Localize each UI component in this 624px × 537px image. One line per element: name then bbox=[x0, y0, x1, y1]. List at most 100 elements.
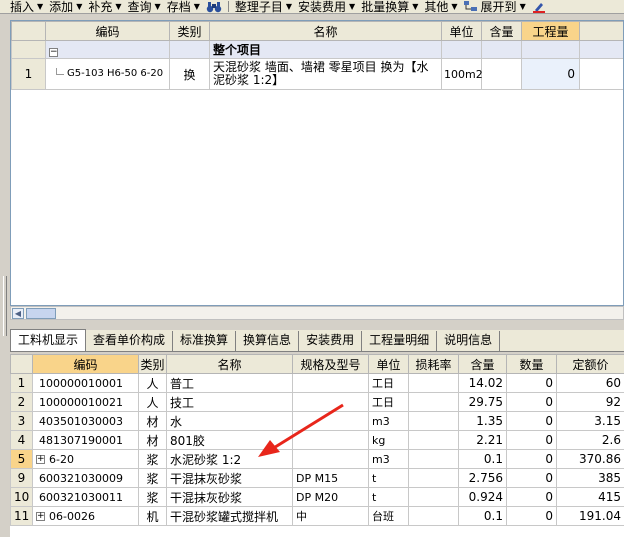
column-header-category[interactable]: 类别 bbox=[169, 21, 210, 41]
expand-icon[interactable]: + bbox=[36, 512, 45, 521]
item-unit[interactable]: 100m2 bbox=[441, 58, 483, 90]
resource-code-cell[interactable]: +06-0026 bbox=[32, 506, 139, 526]
paint-brush-icon[interactable] bbox=[532, 1, 546, 13]
tab-standard-conversion[interactable]: 标准换算 bbox=[173, 331, 237, 351]
resource-quantity[interactable]: 0 bbox=[506, 430, 557, 450]
resource-content[interactable]: 0.1 bbox=[458, 449, 507, 469]
table-row[interactable]: 4 481307190001 材 801胶 kg 2.21 0 2.6 bbox=[10, 430, 624, 450]
row-number[interactable]: 4 bbox=[10, 430, 33, 450]
resource-code-cell[interactable]: 600321030011 bbox=[32, 487, 139, 507]
column-header-loss-rate[interactable]: 损耗率 bbox=[408, 354, 459, 374]
toolbar-expand-button[interactable]: 展开到 ▼ bbox=[463, 1, 526, 13]
resource-loss-rate[interactable] bbox=[408, 506, 459, 526]
resource-quota-price[interactable]: 415 bbox=[556, 487, 624, 507]
resource-content[interactable]: 0.1 bbox=[458, 506, 507, 526]
resource-content[interactable]: 29.75 bbox=[458, 392, 507, 412]
resource-category[interactable]: 人 bbox=[138, 392, 167, 412]
resource-code-cell[interactable]: 600321030009 bbox=[32, 468, 139, 488]
table-row[interactable]: 11 +06-0026 机干混砂浆罐式搅拌机中台班 0.1 0 191.04 bbox=[10, 506, 624, 526]
table-row[interactable]: 2 100000010021 人技工 工日 29.75 0 92 bbox=[10, 392, 624, 412]
resource-category[interactable]: 机 bbox=[138, 506, 167, 526]
resource-name[interactable]: 普工 bbox=[166, 373, 293, 393]
item-quantity[interactable]: 0 bbox=[521, 58, 580, 90]
column-header-content[interactable]: 含量 bbox=[481, 21, 522, 41]
resource-loss-rate[interactable] bbox=[408, 392, 459, 412]
item-name[interactable]: 天混砂浆 墙面、墙裙 零星项目 换为【水泥砂浆 1:2】 bbox=[209, 58, 442, 90]
resource-quantity[interactable]: 0 bbox=[506, 411, 557, 431]
resource-loss-rate[interactable] bbox=[408, 487, 459, 507]
resource-quota-price[interactable]: 370.86 bbox=[556, 449, 624, 469]
scroll-left-icon[interactable]: ◀ bbox=[12, 308, 24, 319]
resource-category[interactable]: 浆 bbox=[138, 449, 167, 469]
row-number[interactable]: 1 bbox=[11, 58, 46, 90]
resource-unit[interactable]: 工日 bbox=[368, 373, 409, 393]
column-header-content[interactable]: 含量 bbox=[458, 354, 507, 374]
resource-spec[interactable] bbox=[292, 373, 369, 393]
resource-quota-price[interactable]: 3.15 bbox=[556, 411, 624, 431]
resource-content[interactable]: 14.02 bbox=[458, 373, 507, 393]
resource-content[interactable]: 0.924 bbox=[458, 487, 507, 507]
tab-conversion-info[interactable]: 换算信息 bbox=[236, 331, 300, 351]
resource-loss-rate[interactable] bbox=[408, 430, 459, 450]
tab-install-fee[interactable]: 安装费用 bbox=[299, 331, 363, 351]
tab-labor-material-machine[interactable]: 工料机显示 bbox=[10, 329, 87, 351]
row-number[interactable]: 9 bbox=[10, 468, 33, 488]
resource-name[interactable]: 干混砂浆罐式搅拌机 bbox=[166, 506, 293, 526]
row-number[interactable]: 10 bbox=[10, 487, 33, 507]
item-content[interactable] bbox=[481, 58, 522, 90]
resource-code-cell[interactable]: +6-20 bbox=[32, 449, 139, 469]
resource-spec[interactable] bbox=[292, 411, 369, 431]
resource-loss-rate[interactable] bbox=[408, 373, 459, 393]
column-header-quantity[interactable]: 工程量 bbox=[521, 21, 580, 41]
resource-code-cell[interactable]: 100000010001 bbox=[32, 373, 139, 393]
column-header-quantity[interactable]: 数量 bbox=[506, 354, 557, 374]
row-number[interactable]: 3 bbox=[10, 411, 33, 431]
resource-spec[interactable] bbox=[292, 449, 369, 469]
table-row[interactable]: 1 G5-103 H6-50 6-20 换 天混砂浆 墙面、墙裙 零星项目 换为… bbox=[11, 58, 623, 90]
resource-loss-rate[interactable] bbox=[408, 449, 459, 469]
resource-category[interactable]: 材 bbox=[138, 411, 167, 431]
resource-spec[interactable] bbox=[292, 430, 369, 450]
binoculars-icon[interactable] bbox=[206, 1, 222, 13]
row-number[interactable]: 5 bbox=[10, 449, 33, 469]
resource-spec[interactable]: DP M15 bbox=[292, 468, 369, 488]
item-category[interactable]: 换 bbox=[169, 58, 210, 90]
corner-cell[interactable] bbox=[11, 21, 46, 41]
column-header-name[interactable]: 名称 bbox=[166, 354, 293, 374]
resource-category[interactable]: 浆 bbox=[138, 487, 167, 507]
resource-spec[interactable]: 中 bbox=[292, 506, 369, 526]
tab-quantity-detail[interactable]: 工程量明细 bbox=[362, 331, 438, 351]
column-header-code[interactable]: 编码 bbox=[32, 354, 139, 374]
resource-name[interactable]: 干混抹灰砂浆 bbox=[166, 487, 293, 507]
column-header-code[interactable]: 编码 bbox=[45, 21, 170, 41]
resource-name[interactable]: 801胶 bbox=[166, 430, 293, 450]
resource-quota-price[interactable]: 191.04 bbox=[556, 506, 624, 526]
column-header-spec[interactable]: 规格及型号 bbox=[292, 354, 369, 374]
resource-unit[interactable]: 台班 bbox=[368, 506, 409, 526]
column-header-quota-price[interactable]: 定额价 bbox=[556, 354, 624, 374]
horizontal-scrollbar[interactable]: ◀ bbox=[10, 306, 624, 320]
scroll-thumb[interactable] bbox=[26, 308, 56, 319]
resource-unit[interactable]: m3 bbox=[368, 449, 409, 469]
resource-code-cell[interactable]: 403501030003 bbox=[32, 411, 139, 431]
row-number[interactable]: 1 bbox=[10, 373, 33, 393]
resource-unit[interactable]: kg bbox=[368, 430, 409, 450]
toolbar-query-button[interactable]: 查询 ▼ bbox=[128, 1, 161, 13]
row-number[interactable]: 11 bbox=[10, 506, 33, 526]
resource-spec[interactable]: DP M20 bbox=[292, 487, 369, 507]
splitter-grip[interactable] bbox=[3, 276, 7, 336]
toolbar-supplement-button[interactable]: 补充 ▼ bbox=[88, 1, 121, 13]
toolbar-organize-button[interactable]: 整理子目 ▼ bbox=[235, 1, 292, 13]
row-number[interactable]: 2 bbox=[10, 392, 33, 412]
expand-icon[interactable]: + bbox=[36, 455, 45, 464]
table-row[interactable]: 5 +6-20 浆水泥砂浆 1:2 m3 0.1 0 370.86 bbox=[10, 449, 624, 469]
table-row[interactable]: 10 600321030011 浆干混抹灰砂浆 DP M20 t 0.924 0 415 bbox=[10, 487, 624, 507]
resource-content[interactable]: 2.756 bbox=[458, 468, 507, 488]
resource-quantity[interactable]: 0 bbox=[506, 449, 557, 469]
resource-name[interactable]: 干混抹灰砂浆 bbox=[166, 468, 293, 488]
resource-unit[interactable]: m3 bbox=[368, 411, 409, 431]
column-header-category[interactable]: 类别 bbox=[138, 354, 167, 374]
resource-quota-price[interactable]: 385 bbox=[556, 468, 624, 488]
resource-quota-price[interactable]: 2.6 bbox=[556, 430, 624, 450]
toolbar-insert-button[interactable]: 插入 ▼ bbox=[10, 1, 43, 13]
